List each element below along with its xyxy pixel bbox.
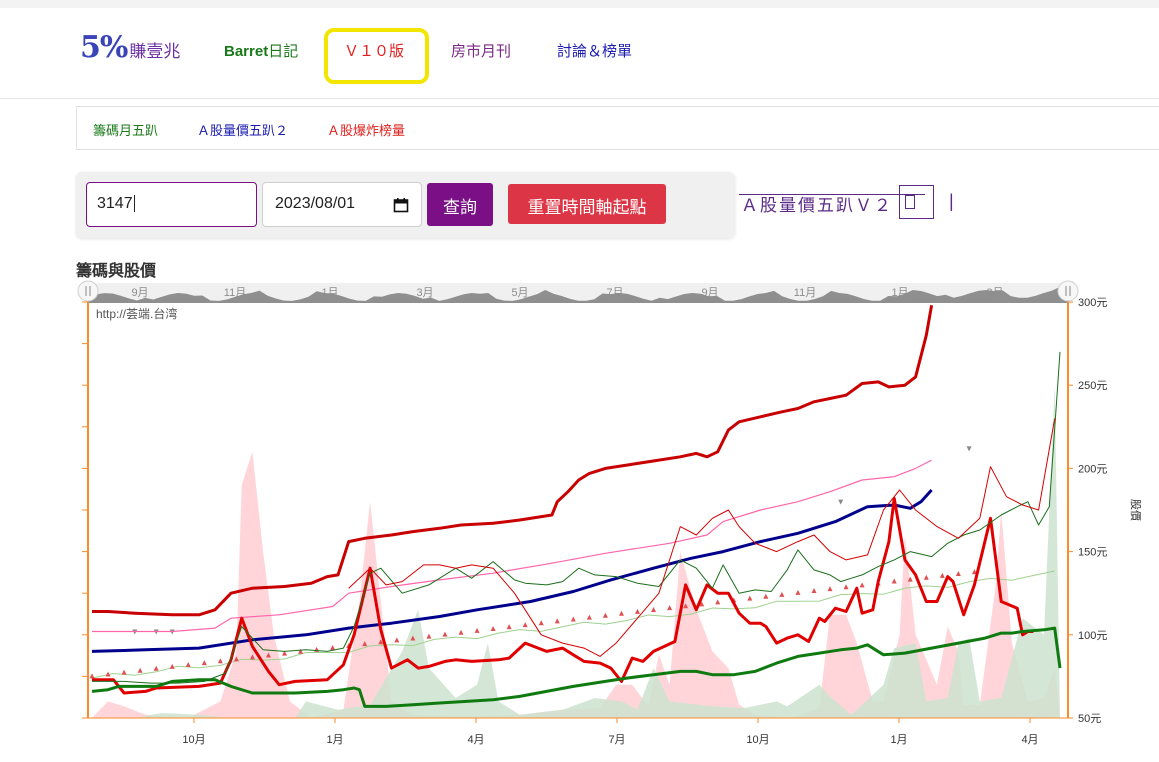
triangle-up-marker xyxy=(923,574,929,580)
triangle-up-marker xyxy=(795,589,801,595)
triangle-up-marker xyxy=(635,608,641,614)
navigator-tick-label: 11月 xyxy=(794,287,816,299)
triangle-up-marker xyxy=(442,631,448,637)
y-tick-label: 150元 xyxy=(1078,547,1107,559)
navigator-tick-label: 5月 xyxy=(511,287,528,299)
x-tick-label: 10月 xyxy=(182,734,205,746)
navigator-tick-label: 3月 xyxy=(416,287,433,299)
triangle-up-marker xyxy=(779,591,785,597)
triangle-up-marker xyxy=(153,665,159,671)
x-tick-label: 4月 xyxy=(1021,734,1038,746)
triangle-up-marker xyxy=(121,669,127,675)
navigator-right-handle[interactable] xyxy=(1057,280,1079,302)
series-line-0 xyxy=(92,305,934,617)
navigator-tick-label: 3月 xyxy=(986,287,1003,299)
navigator-tick-label: 9月 xyxy=(701,287,718,299)
triangle-up-marker xyxy=(715,599,721,605)
triangle-up-marker xyxy=(618,610,624,616)
navigator-tick-label: 1月 xyxy=(891,287,908,299)
x-tick-label: 10月 xyxy=(746,734,769,746)
triangle-up-marker xyxy=(602,612,608,618)
triangle-up-marker xyxy=(891,578,897,584)
triangle-up-marker xyxy=(506,624,512,630)
triangle-up-marker xyxy=(169,663,175,669)
triangle-up-marker xyxy=(185,662,191,668)
navigator-tick-label: 7月 xyxy=(606,287,623,299)
triangle-up-marker xyxy=(490,625,496,631)
y-tick-label: 300元 xyxy=(1078,297,1107,309)
triangle-up-marker xyxy=(458,629,464,635)
triangle-up-marker xyxy=(763,593,769,599)
triangle-up-marker xyxy=(651,607,657,613)
y-tick-label: 100元 xyxy=(1078,630,1107,642)
triangle-up-marker xyxy=(89,673,95,679)
triangle-up-marker xyxy=(330,644,336,650)
triangle-up-marker xyxy=(939,572,945,578)
navigator-tick-label: 9月 xyxy=(131,287,148,299)
triangle-up-marker xyxy=(394,637,400,643)
triangle-down-marker xyxy=(838,499,844,505)
navigator-tick-label: 1月 xyxy=(321,287,338,299)
triangle-up-marker xyxy=(137,667,143,673)
triangle-up-marker xyxy=(217,658,223,664)
triangle-up-marker xyxy=(667,605,673,611)
x-tick-label: 1月 xyxy=(890,734,907,746)
triangle-up-marker xyxy=(843,584,849,590)
triangle-up-marker xyxy=(570,616,576,622)
triangle-up-marker xyxy=(554,618,560,624)
triangle-up-marker xyxy=(586,614,592,620)
triangle-up-marker xyxy=(474,627,480,633)
navigator-left-handle[interactable] xyxy=(77,280,99,302)
series-line-2 xyxy=(91,488,933,653)
triangle-up-marker xyxy=(811,588,817,594)
triangle-up-marker xyxy=(426,633,432,639)
triangle-up-marker xyxy=(859,582,865,588)
triangle-up-marker xyxy=(201,660,207,666)
triangle-up-marker xyxy=(522,622,528,628)
triangle-down-marker xyxy=(966,446,972,452)
x-tick-label: 7月 xyxy=(608,734,625,746)
navigator-tick-label: 11月 xyxy=(224,287,246,299)
chart-watermark: http://荟端.台湾 xyxy=(96,306,177,321)
y-tick-label: 50元 xyxy=(1078,713,1101,725)
triangle-up-marker xyxy=(827,586,833,592)
y-tick-label: 200元 xyxy=(1078,463,1107,475)
triangle-up-marker xyxy=(298,648,304,654)
triangle-up-marker xyxy=(747,595,753,601)
triangle-up-marker xyxy=(955,570,961,576)
x-tick-label: 4月 xyxy=(467,734,484,746)
price-chip-chart[interactable]: 9月 11月 1月 3月 5月 7月 9月 11月 1月 3月 300元 250元 200元 150元 10… xyxy=(0,0,1159,762)
triangle-up-marker xyxy=(538,620,544,626)
x-tick-label: 1月 xyxy=(326,734,343,746)
y-axis-label: 股價 xyxy=(1129,499,1143,521)
y-tick-label: 250元 xyxy=(1078,380,1107,392)
